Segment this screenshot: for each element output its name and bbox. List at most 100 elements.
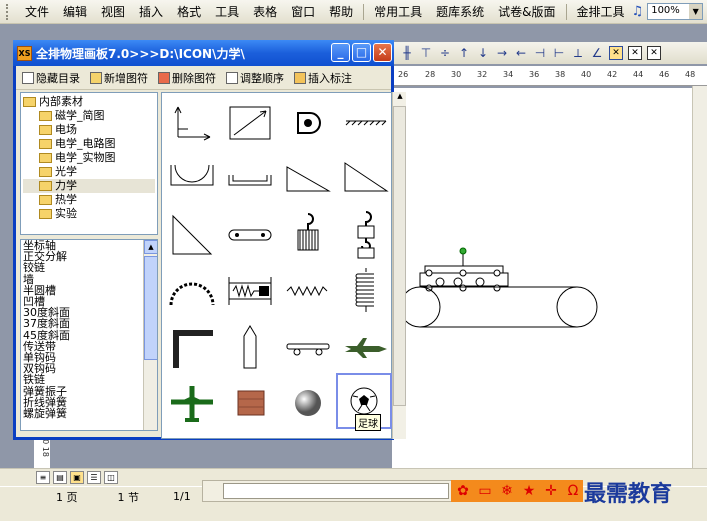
incline-45-icon[interactable]: [164, 207, 220, 263]
menu-insert[interactable]: 插入: [132, 1, 170, 22]
zoom-select[interactable]: 100% ▼: [647, 3, 704, 20]
scroll-up-icon[interactable]: ▲: [393, 92, 407, 104]
airplane-icon[interactable]: [164, 375, 220, 431]
window-titlebar[interactable]: XS 全排物理画板7.0>>>D:\ICON\力学\ _ □ ✕: [13, 40, 394, 66]
tree-item-circuit[interactable]: 电学_电路图: [23, 137, 155, 151]
mirror-icon[interactable]: ⊢: [552, 46, 566, 60]
skateboard-icon[interactable]: [280, 319, 336, 375]
incline-30-icon[interactable]: [280, 151, 336, 207]
menubar-grip[interactable]: [6, 3, 14, 20]
arrow-up-icon[interactable]: ↑: [457, 46, 471, 60]
half-circle-groove-icon[interactable]: [164, 151, 220, 207]
list-item[interactable]: 铁链: [23, 374, 157, 385]
axes-icon[interactable]: [164, 95, 220, 151]
list-scrollbar[interactable]: ▲: [143, 240, 157, 430]
menu-tools[interactable]: 工具: [208, 1, 246, 22]
menu-question-bank[interactable]: 题库系统: [429, 1, 491, 22]
normal-view-icon[interactable]: ≡: [36, 471, 50, 484]
menu-format[interactable]: 格式: [170, 1, 208, 22]
menu-table[interactable]: 表格: [246, 1, 284, 22]
star-icon[interactable]: ★: [521, 483, 537, 499]
menu-file[interactable]: 文件: [18, 1, 56, 22]
maximize-icon[interactable]: □: [352, 43, 371, 62]
fighter-jet-icon[interactable]: [338, 319, 394, 375]
chain-icon[interactable]: [164, 263, 220, 319]
ground-hatch-icon[interactable]: [338, 95, 394, 151]
menu-view[interactable]: 视图: [94, 1, 132, 22]
taskbar-input[interactable]: [223, 483, 449, 499]
zigzag-spring-icon[interactable]: [280, 263, 336, 319]
align-horizontal-icon[interactable]: ╫: [400, 46, 414, 60]
menu-common-tools[interactable]: 常用工具: [367, 1, 429, 22]
music-icon[interactable]: ♫: [632, 4, 644, 19]
tree-item-optics[interactable]: 光学: [23, 165, 155, 179]
print-view-icon[interactable]: ▣: [70, 471, 84, 484]
minimize-icon[interactable]: _: [331, 43, 350, 62]
scroll-up-icon[interactable]: ▲: [144, 240, 157, 254]
plus-icon[interactable]: ✛: [543, 483, 559, 499]
rocket-icon[interactable]: [222, 319, 278, 375]
list-item[interactable]: 37度斜面: [23, 318, 157, 329]
incline-37-icon[interactable]: [338, 151, 394, 207]
snowflake-icon[interactable]: ❄: [499, 483, 515, 499]
tree-item-electric-field[interactable]: 电场: [23, 123, 155, 137]
reading-view-icon[interactable]: ◫: [104, 471, 118, 484]
single-hook-weight-icon[interactable]: [280, 207, 336, 263]
table-icon[interactable]: [164, 319, 220, 375]
conveyor-small-icon[interactable]: [222, 207, 278, 263]
scroll-thumb[interactable]: [393, 106, 406, 406]
align-top-icon[interactable]: ⊤: [419, 46, 433, 60]
spring-oscillator-icon[interactable]: [222, 263, 278, 319]
box-x-icon[interactable]: ✕: [628, 46, 642, 60]
grid-scrollbar[interactable]: ▲: [392, 92, 406, 439]
tree-item-electric-objects[interactable]: 电学_实物图: [23, 151, 155, 165]
coil-spring-icon[interactable]: [338, 263, 394, 319]
arrow-left-icon[interactable]: ←: [514, 46, 528, 60]
close-icon[interactable]: ✕: [373, 43, 392, 62]
tree-item-experiment[interactable]: 实验: [23, 207, 155, 221]
document-page[interactable]: [392, 88, 692, 480]
ball-icon[interactable]: [280, 375, 336, 431]
tree-item-mechanics[interactable]: 力学: [23, 179, 155, 193]
tree-item-magnetics[interactable]: 磁学_简图: [23, 109, 155, 123]
double-hook-weight-icon[interactable]: [338, 207, 394, 263]
menu-help[interactable]: 帮助: [322, 1, 360, 22]
outline-view-icon[interactable]: ☰: [87, 471, 101, 484]
add-symbol-button[interactable]: 新增图符: [90, 70, 148, 86]
tree-item-thermal[interactable]: 热学: [23, 193, 155, 207]
insert-label-button[interactable]: 插入标注: [294, 70, 352, 86]
angle-icon[interactable]: ∠: [590, 46, 604, 60]
reorder-label: 调整顺序: [240, 71, 284, 85]
list-item[interactable]: 螺旋弹簧: [23, 408, 157, 419]
scroll-thumb[interactable]: [144, 256, 157, 360]
box-x-icon[interactable]: ✕: [609, 46, 623, 60]
pencil-icon: [294, 71, 306, 84]
menu-paper-layout[interactable]: 试卷&版面: [491, 1, 562, 22]
arrow-right-icon[interactable]: →: [495, 46, 509, 60]
delete-symbol-button[interactable]: 删除图符: [158, 70, 216, 86]
incline-box-icon[interactable]: [222, 95, 278, 151]
menu-jinpai-tools[interactable]: 金排工具: [570, 1, 632, 22]
tree-root[interactable]: 内部素材: [23, 95, 155, 109]
web-view-icon[interactable]: ▤: [53, 471, 67, 484]
folder-icon[interactable]: ▭: [477, 483, 493, 499]
groove-icon[interactable]: [222, 151, 278, 207]
conveyor-belt-drawing[interactable]: [392, 88, 692, 348]
brick-icon[interactable]: [222, 375, 278, 431]
reorder-button[interactable]: 调整顺序: [226, 70, 284, 86]
flip-icon[interactable]: ⊣: [533, 46, 547, 60]
document-scrollbar[interactable]: [692, 86, 707, 480]
menu-edit[interactable]: 编辑: [56, 1, 94, 22]
box-x-icon[interactable]: ✕: [647, 46, 661, 60]
rotate-icon[interactable]: ⟂: [571, 46, 585, 61]
horizontal-ruler: 26 28 30 32 34 36 38 40 42 44 46 48: [392, 66, 707, 86]
omega-icon[interactable]: Ω: [565, 483, 581, 499]
flower-icon[interactable]: ✿: [455, 483, 471, 499]
hide-catalog-button[interactable]: 隐藏目录: [22, 70, 80, 86]
list-item[interactable]: 铰链: [23, 262, 157, 273]
distribute-icon[interactable]: ÷: [438, 46, 452, 60]
pulley-icon[interactable]: [280, 95, 336, 151]
arrow-down-icon[interactable]: ↓: [476, 46, 490, 60]
chevron-down-icon[interactable]: ▼: [689, 4, 703, 19]
menu-window[interactable]: 窗口: [284, 1, 322, 22]
